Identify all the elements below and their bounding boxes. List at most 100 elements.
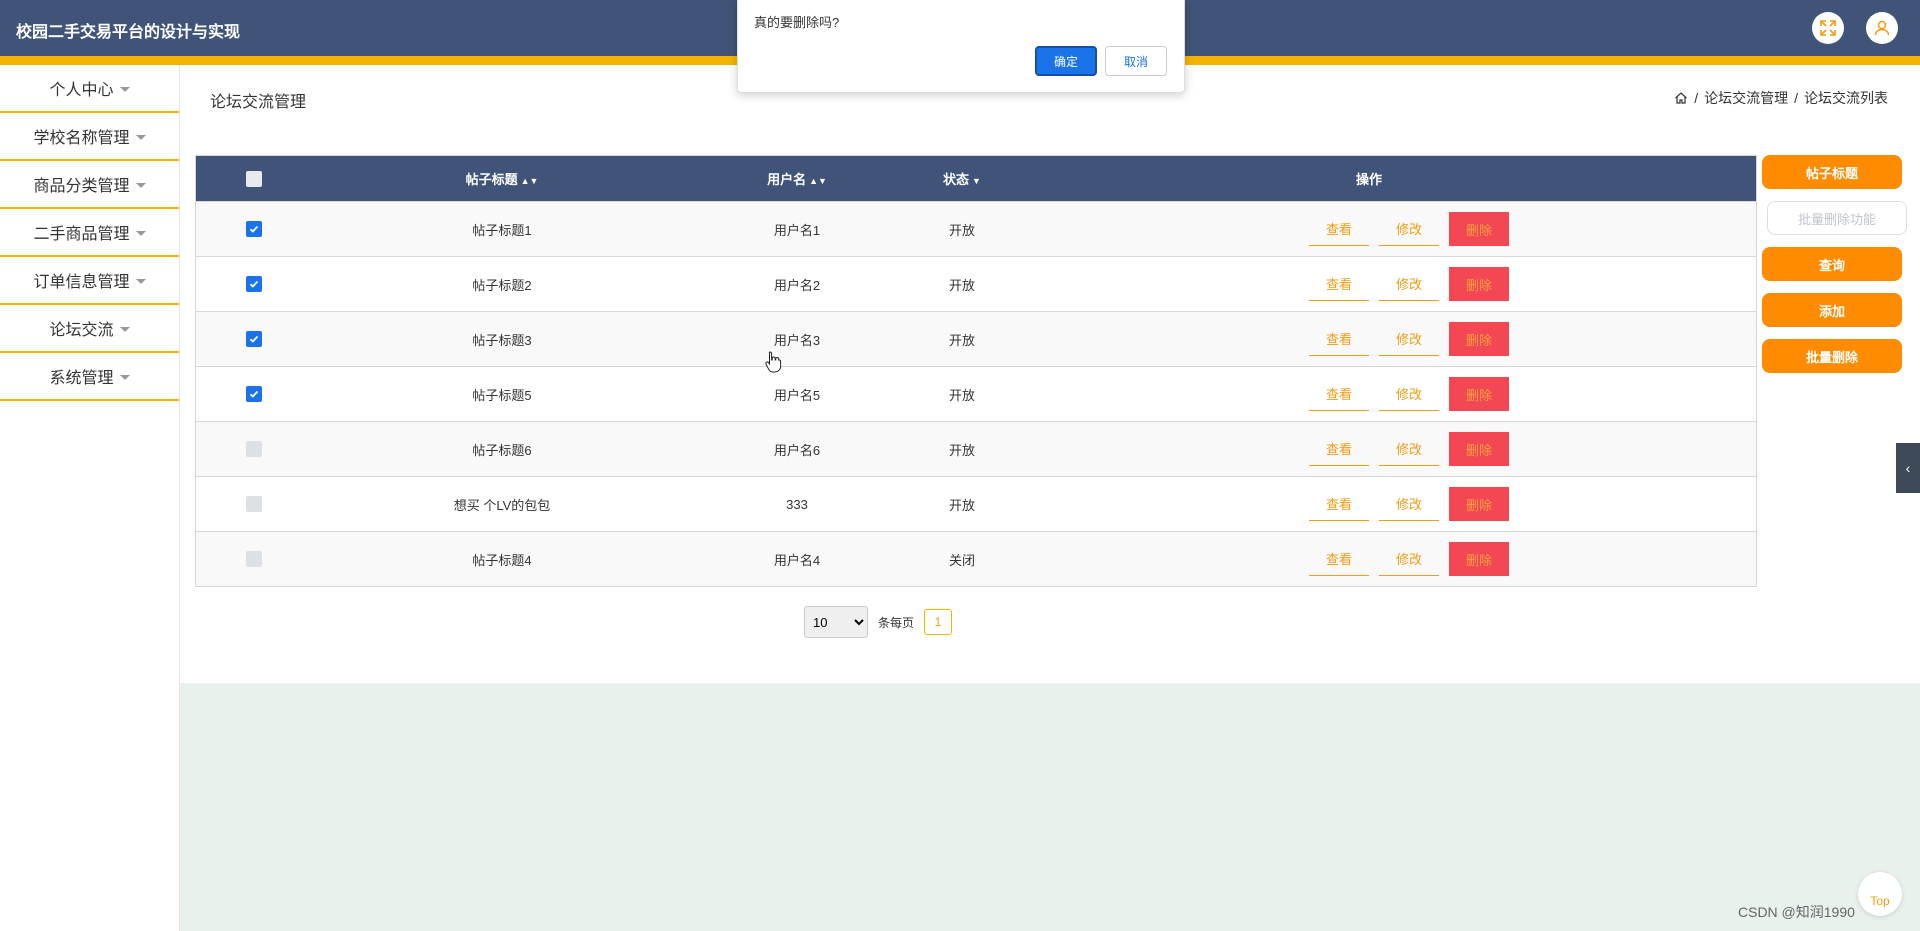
sort-icon: ▲▼: [520, 175, 539, 186]
caret-down-icon: [119, 86, 130, 92]
edit-button[interactable]: 修改: [1379, 487, 1439, 521]
breadcrumb-item-forum-list: 论坛交流列表: [1804, 90, 1888, 106]
caret-down-icon: [135, 182, 146, 188]
cell-title: 帖子标题2: [472, 277, 532, 293]
app-title: 校园二手交易平台的设计与实现: [16, 24, 241, 41]
batch-delete-function-button[interactable]: 批量删除功能: [1767, 201, 1907, 235]
sidebar-item-label: 论坛交流: [49, 322, 114, 339]
cell-status: 开放: [948, 442, 975, 458]
cell-title: 帖子标题1: [472, 222, 532, 238]
sidebar-item-categories[interactable]: 商品分类管理: [0, 161, 179, 209]
edit-button[interactable]: 修改: [1379, 212, 1439, 246]
forum-table: 帖子标题 ▲▼ 用户名 ▲▼ 状态 ▼ 操作 帖子标题1 用户名1 开放 查看 修改 …: [195, 155, 1757, 587]
row-checkbox[interactable]: [246, 386, 262, 402]
check-icon: [249, 280, 259, 288]
row-checkbox[interactable]: [246, 441, 262, 457]
page-title: 论坛交流管理: [210, 94, 307, 111]
table-row: 帖子标题2 用户名2 开放 查看 修改 删除: [196, 256, 1756, 311]
breadcrumb-item-forum-management[interactable]: 论坛交流管理: [1704, 88, 1788, 108]
sidebar-item-label: 学校名称管理: [33, 130, 130, 147]
column-header-user[interactable]: 用户名 ▲▼: [692, 169, 902, 188]
row-checkbox[interactable]: [246, 221, 262, 237]
per-page-label: 条每页: [878, 615, 915, 630]
column-header-ops: 操作: [1355, 172, 1382, 187]
view-button[interactable]: 查看: [1309, 212, 1369, 246]
add-button[interactable]: 添加: [1762, 293, 1902, 327]
sort-icon: ▲▼: [809, 175, 827, 186]
delete-button[interactable]: 删除: [1449, 267, 1509, 301]
caret-down-icon: [135, 230, 146, 236]
sidebar-item-forum[interactable]: 论坛交流: [0, 305, 179, 353]
check-icon: [249, 225, 259, 233]
confirm-button[interactable]: 确定: [1035, 46, 1097, 76]
select-all-checkbox[interactable]: [246, 170, 262, 187]
sidebar-item-personal-center[interactable]: 个人中心: [0, 65, 179, 113]
sidebar: 个人中心 学校名称管理 商品分类管理 二手商品管理 订单信息管理 论坛交流 系统…: [0, 65, 180, 931]
table-row: 帖子标题6 用户名6 开放 查看 修改 删除: [196, 421, 1756, 476]
table-row: 帖子标题1 用户名1 开放 查看 修改 删除: [196, 201, 1756, 256]
edit-button[interactable]: 修改: [1379, 542, 1439, 576]
content-background: [180, 683, 1920, 931]
cell-user: 用户名3: [773, 332, 821, 348]
cell-user: 用户名1: [773, 222, 821, 238]
cell-user: 用户名4: [773, 552, 821, 568]
sidebar-item-system[interactable]: 系统管理: [0, 353, 179, 401]
row-checkbox[interactable]: [246, 496, 262, 512]
sidebar-item-orders[interactable]: 订单信息管理: [0, 257, 179, 305]
fullscreen-button[interactable]: [1812, 12, 1844, 44]
dialog-message: 真的要删除吗?: [754, 15, 840, 30]
cell-title: 帖子标题4: [472, 552, 532, 568]
delete-button[interactable]: 删除: [1449, 487, 1509, 521]
table-row: 帖子标题5 用户名5 开放 查看 修改 删除: [196, 366, 1756, 421]
delete-button[interactable]: 删除: [1449, 212, 1509, 246]
view-button[interactable]: 查看: [1309, 267, 1369, 301]
batch-delete-button[interactable]: 批量删除: [1762, 339, 1902, 373]
edit-button[interactable]: 修改: [1379, 432, 1439, 466]
row-checkbox[interactable]: [246, 276, 262, 292]
edit-button[interactable]: 修改: [1379, 377, 1439, 411]
cell-title: 帖子标题3: [472, 332, 532, 348]
post-title-search-button[interactable]: 帖子标题: [1762, 155, 1902, 189]
view-button[interactable]: 查看: [1309, 432, 1369, 466]
back-to-top-button[interactable]: Top: [1858, 872, 1902, 916]
delete-button[interactable]: 删除: [1449, 322, 1509, 356]
user-button[interactable]: [1866, 12, 1898, 44]
cell-user: 用户名5: [773, 387, 821, 403]
edit-button[interactable]: 修改: [1379, 267, 1439, 301]
view-button[interactable]: 查看: [1309, 377, 1369, 411]
table-row: 帖子标题4 用户名4 关闭 查看 修改 删除: [196, 531, 1756, 586]
caret-down-icon: [119, 326, 130, 332]
delete-button[interactable]: 删除: [1449, 542, 1509, 576]
home-icon[interactable]: [1674, 91, 1688, 105]
collapse-panel-button[interactable]: ‹: [1896, 443, 1920, 493]
delete-button[interactable]: 删除: [1449, 432, 1509, 466]
cell-status: 关闭: [948, 552, 975, 568]
check-icon: [249, 335, 259, 343]
row-checkbox[interactable]: [246, 331, 262, 347]
row-checkbox[interactable]: [246, 551, 262, 567]
page-size-select[interactable]: 10: [804, 606, 868, 638]
sidebar-item-school-names[interactable]: 学校名称管理: [0, 113, 179, 161]
cancel-button[interactable]: 取消: [1105, 46, 1167, 76]
cell-status: 开放: [948, 222, 975, 238]
page-number-button[interactable]: 1: [924, 609, 953, 635]
sidebar-item-second-hand-goods[interactable]: 二手商品管理: [0, 209, 179, 257]
table-row: 帖子标题3 用户名3 开放 查看 修改 删除: [196, 311, 1756, 366]
view-button[interactable]: 查看: [1309, 542, 1369, 576]
pagination: 10 条每页 1: [804, 606, 953, 638]
delete-button[interactable]: 删除: [1449, 377, 1509, 411]
hand-cursor-icon: [765, 351, 782, 373]
sidebar-item-label: 个人中心: [49, 82, 114, 99]
view-button[interactable]: 查看: [1309, 322, 1369, 356]
column-header-title[interactable]: 帖子标题 ▲▼: [312, 169, 692, 188]
cell-title: 帖子标题6: [472, 442, 532, 458]
caret-down-icon: [119, 374, 130, 380]
watermark: CSDN @知润1990: [1738, 904, 1855, 920]
query-button[interactable]: 查询: [1762, 247, 1902, 281]
breadcrumb-separator: /: [1694, 90, 1699, 106]
cell-title: 帖子标题5: [472, 387, 532, 403]
edit-button[interactable]: 修改: [1379, 322, 1439, 356]
breadcrumb-separator: /: [1794, 90, 1798, 106]
view-button[interactable]: 查看: [1309, 487, 1369, 521]
table-header: 帖子标题 ▲▼ 用户名 ▲▼ 状态 ▼ 操作: [196, 156, 1756, 201]
